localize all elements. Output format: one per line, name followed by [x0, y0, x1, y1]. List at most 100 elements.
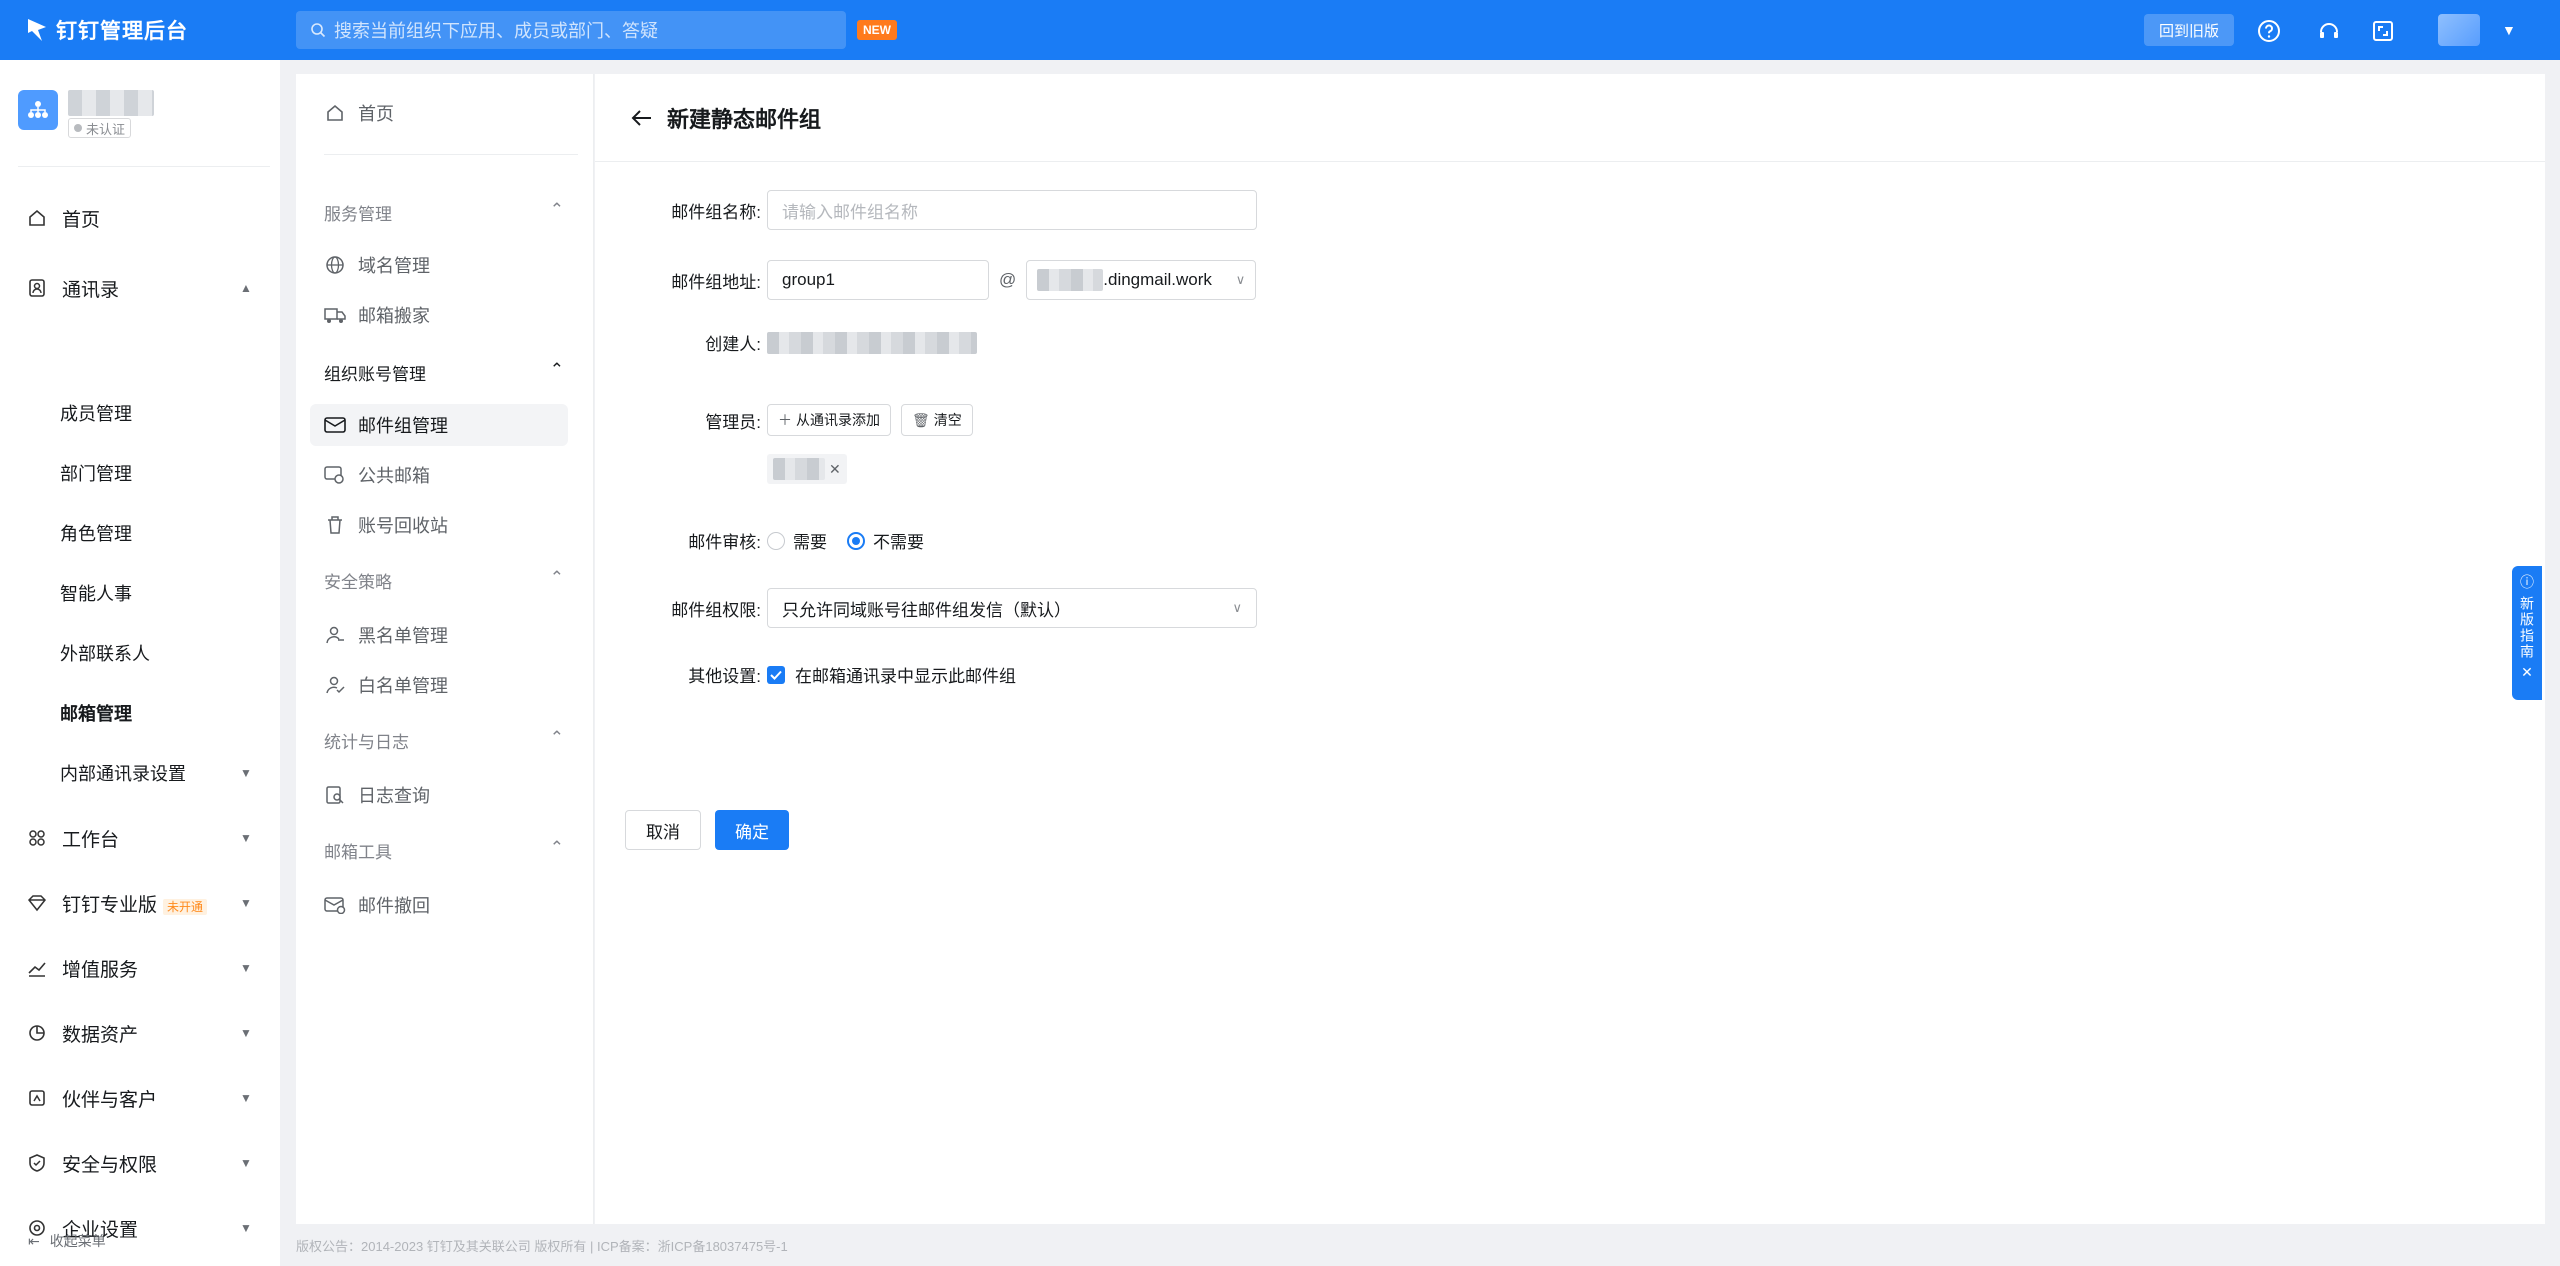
home-icon: [324, 102, 346, 124]
search-placeholder: 搜索当前组织下应用、成员或部门、答疑: [334, 21, 658, 41]
chevron-down-icon: ▼: [240, 1091, 252, 1105]
top-bar: 钉钉管理后台 搜索当前组织下应用、成员或部门、答疑 NEW 回到旧版 ▼: [0, 0, 2560, 60]
subnav-item-blacklist[interactable]: 黑名单管理: [310, 614, 568, 656]
subnav-item-recycle-bin[interactable]: 账号回收站: [310, 504, 568, 546]
subnav-item-recall[interactable]: 邮件撤回: [310, 884, 568, 926]
clear-button[interactable]: 🗑 清空: [901, 404, 973, 436]
partner-icon: [27, 1088, 47, 1108]
chevron-down-icon: ▼: [240, 766, 252, 780]
app-title: 钉钉管理后台: [56, 20, 188, 43]
form-row-creator: 创建人:: [595, 330, 977, 355]
chevron-up-icon: ▲: [240, 281, 252, 295]
review-option-not-required[interactable]: 不需要: [847, 528, 924, 553]
app-logo[interactable]: 钉钉管理后台: [26, 15, 188, 45]
admin-label: 管理员:: [705, 412, 761, 432]
sidebar-item-partners[interactable]: 伙伴与客户 ▼: [0, 1078, 280, 1118]
cancel-button[interactable]: 取消: [625, 810, 701, 850]
collapse-menu-button[interactable]: ⇤ 收起菜单: [0, 1226, 280, 1256]
dingtalk-logo-icon: [28, 19, 46, 41]
close-icon[interactable]: ✕: [829, 461, 841, 478]
other-settings-label: 其他设置:: [688, 667, 761, 686]
not-activated-badge: 未开通: [163, 898, 208, 915]
subnav-group-tools[interactable]: 邮箱工具 ⌃: [324, 838, 564, 863]
form-row-review: 邮件审核: 需要 不需要: [595, 528, 924, 553]
search-input[interactable]: 搜索当前组织下应用、成员或部门、答疑: [296, 11, 846, 49]
sidebar-item-value-added[interactable]: 增值服务 ▼: [0, 948, 280, 988]
sidebar-item-roles[interactable]: 角色管理: [0, 513, 280, 553]
mail-recall-icon: [324, 894, 346, 916]
trend-icon: [27, 958, 47, 978]
sidebar-item-pro[interactable]: 钉钉专业版 未开通 ▼: [0, 883, 280, 923]
subnav-item-migration[interactable]: 邮箱搬家: [310, 294, 568, 336]
chevron-up-icon: ⌃: [549, 728, 564, 747]
name-label: 邮件组名称:: [671, 202, 761, 222]
home-icon: [27, 208, 47, 228]
sidebar-item-data-assets[interactable]: 数据资产 ▼: [0, 1013, 280, 1053]
new-badge: NEW: [857, 20, 897, 40]
help-icon[interactable]: [2256, 18, 2282, 44]
subnav-item-domain[interactable]: 域名管理: [310, 244, 568, 286]
sidebar-item-security[interactable]: 安全与权限 ▼: [0, 1143, 280, 1183]
group-name-input[interactable]: 请输入邮件组名称: [767, 190, 1257, 230]
info-icon: ⓘ: [2520, 574, 2534, 590]
close-icon[interactable]: ✕: [2521, 664, 2533, 681]
chevron-down-icon: ▼: [240, 1026, 252, 1040]
sidebar-item-departments[interactable]: 部门管理: [0, 453, 280, 493]
permission-label: 邮件组权限:: [671, 600, 761, 620]
add-from-contacts-button[interactable]: ＋从通讯录添加: [767, 404, 891, 436]
subnav-group-service[interactable]: 服务管理 ⌃: [324, 200, 564, 225]
footer-copyright: 版权公告：2014-2023 钉钉及其关联公司 版权所有 | ICP备案：浙IC…: [296, 1239, 788, 1254]
sidebar-item-contacts[interactable]: 通讯录 ▲: [0, 268, 280, 308]
truck-icon: [324, 304, 346, 326]
review-label: 邮件审核:: [688, 533, 761, 552]
domain-select[interactable]: .dingmail.work ∨: [1026, 260, 1257, 300]
sidebar-item-home[interactable]: 首页: [0, 198, 280, 238]
sidebar-item-external-contacts[interactable]: 外部联系人: [0, 633, 280, 673]
subnav-item-mail-groups[interactable]: 邮件组管理: [310, 404, 568, 446]
user-check-icon: [324, 674, 346, 696]
diamond-icon: [27, 893, 47, 913]
sidebar-item-members[interactable]: 成员管理: [0, 393, 280, 433]
org-info[interactable]: 未认证: [18, 90, 154, 138]
review-option-required[interactable]: 需要: [767, 528, 827, 553]
shield-icon: [27, 1153, 47, 1173]
old-version-button[interactable]: 回到旧版: [2144, 14, 2234, 46]
pie-icon: [27, 1023, 47, 1043]
radio-unchecked: [767, 531, 785, 550]
chevron-up-icon: ⌃: [549, 360, 564, 379]
headset-icon[interactable]: [2316, 18, 2342, 44]
subnav-group-security[interactable]: 安全策略 ⌃: [324, 568, 564, 593]
subnav-group-stats[interactable]: 统计与日志 ⌃: [324, 728, 564, 753]
subnav-group-org-accounts[interactable]: 组织账号管理 ⌃: [324, 360, 564, 385]
subnav-item-home[interactable]: 首页: [310, 92, 568, 134]
subnav-item-whitelist[interactable]: 白名单管理: [310, 664, 568, 706]
permission-select[interactable]: 只允许同域账号往邮件组发信（默认） ∨: [767, 588, 1257, 628]
at-sign: @: [999, 270, 1017, 289]
confirm-button[interactable]: 确定: [715, 810, 789, 850]
main-panel: 新建静态邮件组 邮件组名称: 请输入邮件组名称 邮件组地址: group1 @ …: [595, 74, 2545, 1224]
group-address-input[interactable]: group1: [767, 260, 989, 300]
back-arrow-icon[interactable]: [631, 106, 655, 130]
log-search-icon: [324, 784, 346, 806]
mailbox-subnav: 首页 服务管理 ⌃ 域名管理 邮箱搬家 组织账号管理 ⌃ 邮件组管理 公共邮箱 账号…: [296, 74, 594, 1224]
chevron-down-icon[interactable]: ▼: [2502, 22, 2516, 38]
sidebar-item-hr[interactable]: 智能人事: [0, 573, 280, 613]
subnav-item-logs[interactable]: 日志查询: [310, 774, 568, 816]
contacts-icon: [27, 278, 47, 298]
sidebar-item-mailbox[interactable]: 邮箱管理: [0, 693, 280, 733]
mail-icon: [324, 414, 346, 436]
subnav-item-public-mailbox[interactable]: 公共邮箱: [310, 454, 568, 496]
trash-icon: [324, 514, 346, 536]
new-guide-tab[interactable]: ⓘ 新版指南 ✕: [2512, 566, 2542, 700]
sidebar-item-workbench[interactable]: 工作台 ▼: [0, 818, 280, 858]
sidebar-item-internal-contacts-settings[interactable]: 内部通讯录设置 ▼: [0, 753, 280, 793]
fullscreen-icon[interactable]: [2370, 18, 2396, 44]
creator-label: 创建人:: [705, 335, 761, 354]
trash-icon: 🗑: [912, 411, 930, 428]
user-avatar[interactable]: [2438, 14, 2480, 46]
main-sidebar: 未认证 首页 通讯录 ▲ 成员管理 部门管理 角色管理 智能人事 外部联系人 邮…: [0, 60, 280, 1266]
chevron-down-icon: ∨: [1235, 272, 1246, 287]
chevron-up-icon: ⌃: [549, 568, 564, 587]
show-in-contacts-checkbox[interactable]: 在邮箱通讯录中显示此邮件组: [767, 662, 1016, 687]
chevron-up-icon: ⌃: [549, 200, 564, 219]
